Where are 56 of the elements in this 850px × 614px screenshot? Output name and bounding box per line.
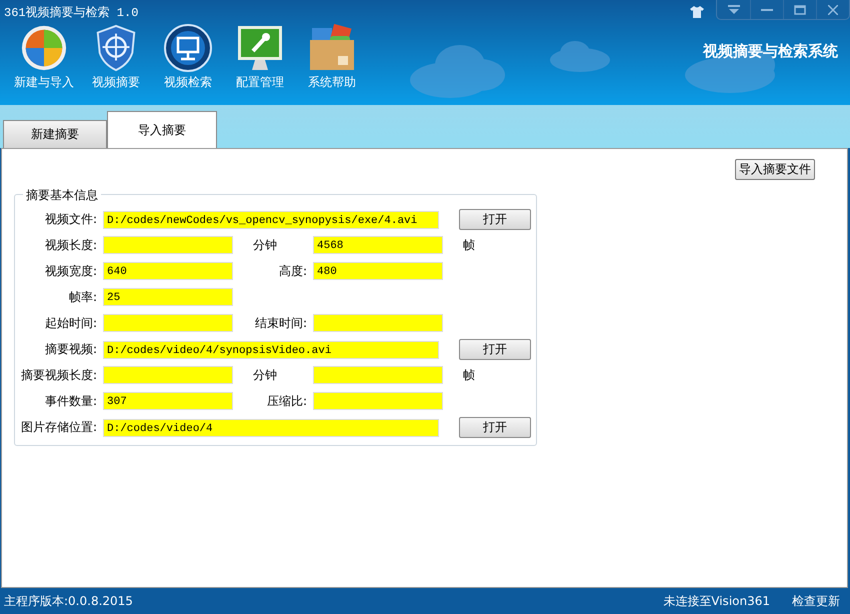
import-file-button[interactable]: 导入摘要文件: [735, 159, 815, 180]
input-field[interactable]: [313, 392, 443, 410]
field-label: 帧率:: [68, 288, 98, 306]
wrench-monitor-icon: [235, 24, 285, 72]
input-field[interactable]: 25: [103, 288, 233, 306]
tab[interactable]: 新建摘要: [3, 120, 107, 148]
version-text: 主程序版本:0.0.8.2015: [4, 592, 133, 610]
folder-icon: [308, 24, 356, 72]
open-button[interactable]: 打开: [459, 339, 531, 360]
input-field[interactable]: [313, 314, 443, 332]
field-label: 高度:: [278, 262, 308, 280]
input-field[interactable]: 640: [103, 262, 233, 280]
input-field[interactable]: D:/codes/video/4/synopsisVideo.avi: [103, 340, 439, 358]
maximize-icon: [794, 4, 806, 14]
field-label: 起始时间:: [44, 314, 98, 332]
unit-label: 帧: [462, 366, 476, 384]
toolbar-button[interactable]: 配置管理: [224, 24, 296, 91]
input-field[interactable]: [103, 366, 233, 384]
globe-icon: [19, 24, 69, 72]
toolbar-button[interactable]: 系统帮助: [296, 24, 368, 91]
check-update-link[interactable]: 检查更新: [792, 592, 840, 610]
input-field[interactable]: D:/codes/newCodes/vs_opencv_synopysis/exe/4.avi: [103, 210, 439, 228]
field-label: 视频宽度:: [44, 262, 98, 280]
toolbar-button[interactable]: 新建与导入: [8, 24, 80, 91]
dropdown-icon: [728, 4, 740, 14]
open-button[interactable]: 打开: [459, 209, 531, 230]
field-label: 摘要视频长度:: [20, 366, 98, 384]
field-label: 摘要视频:: [44, 341, 98, 358]
shirt-icon[interactable]: [690, 6, 704, 18]
input-field[interactable]: 4568: [313, 236, 443, 254]
unit-label: 帧: [462, 236, 476, 254]
field-label: 压缩比:: [266, 392, 308, 410]
unit-label: 分钟: [252, 236, 278, 254]
close-icon: [828, 4, 838, 14]
input-field[interactable]: [313, 366, 443, 384]
field-label: 视频长度:: [44, 236, 98, 254]
input-field[interactable]: [103, 236, 233, 254]
toolbar-button[interactable]: 视频检索: [152, 24, 224, 91]
toolbar-button[interactable]: 视频摘要: [80, 24, 152, 91]
field-label: 图片存储位置:: [20, 419, 98, 436]
connection-status: 未连接至Vision361: [663, 592, 770, 610]
open-button[interactable]: 打开: [459, 417, 531, 438]
tab[interactable]: 导入摘要: [107, 111, 217, 148]
field-label: 视频文件:: [44, 211, 98, 228]
minimize-icon: [761, 8, 773, 10]
input-field[interactable]: [103, 314, 233, 332]
app-name: 视频摘要与检索系统: [703, 42, 838, 61]
input-field[interactable]: 307: [103, 392, 233, 410]
window-title: 361视频摘要与检索 1.0: [3, 4, 140, 20]
input-field[interactable]: D:/codes/video/4: [103, 418, 439, 436]
unit-label: 分钟: [252, 366, 278, 384]
monitor-icon: [164, 24, 212, 72]
field-label: 事件数量:: [44, 392, 98, 410]
group-title: 摘要基本信息: [23, 187, 101, 204]
input-field[interactable]: 480: [313, 262, 443, 280]
field-label: 结束时间:: [254, 314, 308, 332]
